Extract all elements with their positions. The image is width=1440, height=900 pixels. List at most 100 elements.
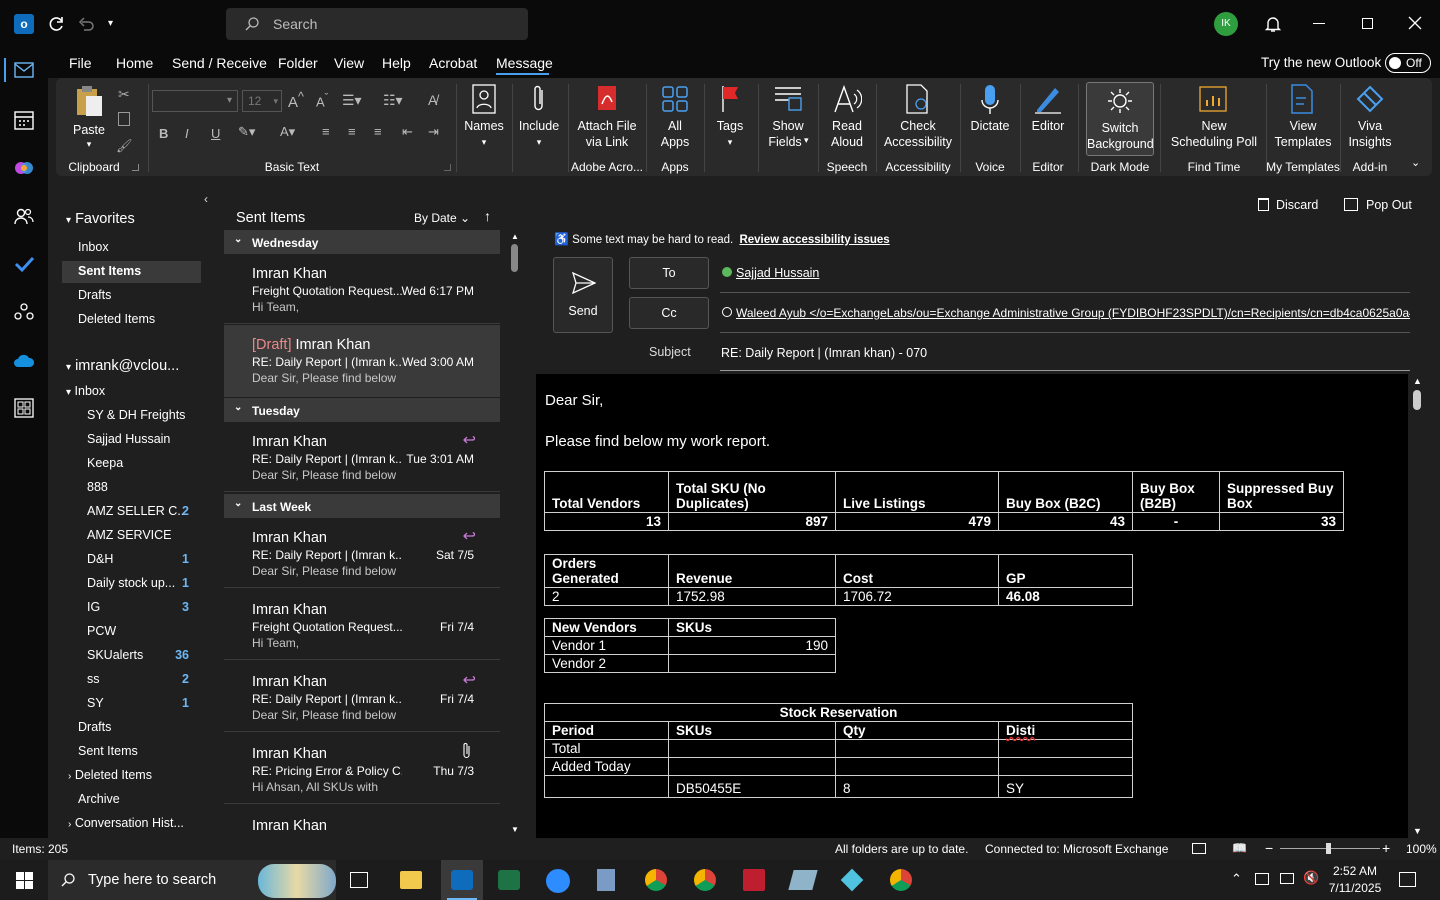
decrease-indent-icon[interactable]: ⇤ (402, 124, 413, 140)
clock[interactable]: 2:52 AM 7/11/2025 (1326, 863, 1384, 897)
favorites-header[interactable]: ▾ Favorites (66, 211, 135, 227)
font-color-icon[interactable]: A▾ (280, 124, 295, 140)
folder-sent-items[interactable]: Sent Items (78, 744, 138, 758)
message-body[interactable]: Dear Sir, Please find below my work repo… (536, 374, 1408, 838)
folder-sajjad-hussain[interactable]: Sajjad Hussain (87, 432, 170, 446)
folder-sy[interactable]: SY (87, 696, 104, 710)
body-scrollbar[interactable]: ▲ ▼ (1410, 376, 1424, 836)
list-item[interactable]: Imran Khan (224, 806, 500, 838)
todo-icon[interactable] (14, 254, 34, 274)
send-button[interactable]: Send (553, 257, 613, 333)
attach-via-link-button[interactable]: Attach File via Link (572, 82, 642, 154)
font-size-select[interactable]: 12 ▾ (242, 90, 282, 112)
grow-font-icon[interactable]: A^ (288, 90, 304, 111)
app-diamond-icon[interactable] (840, 868, 864, 892)
align-right-icon[interactable]: ≡ (374, 124, 382, 139)
normal-view-icon[interactable] (1192, 843, 1206, 854)
list-item[interactable]: Imran Khan ↩ RE: Daily Report | (Imran k… (224, 662, 500, 732)
names-button[interactable]: Names ▾ (460, 82, 508, 154)
list-scrollbar[interactable]: ▲ ▼ (508, 230, 520, 836)
zoom-level[interactable]: 100% (1406, 842, 1437, 856)
ribbon-collapse-icon[interactable]: ⌄ (1411, 156, 1420, 169)
minimize-button[interactable] (1313, 23, 1325, 24)
group-header-tuesday[interactable]: ⌄ Tuesday (224, 398, 500, 422)
align-center-icon[interactable]: ≡ (348, 124, 356, 139)
tab-folder[interactable]: Folder (278, 55, 318, 71)
network-icon[interactable] (1280, 873, 1294, 884)
fav-inbox[interactable]: Inbox (78, 240, 109, 254)
bullets-icon[interactable]: ☰▾ (342, 92, 362, 109)
folder-deleted-items[interactable]: › Deleted Items (68, 768, 152, 782)
search-box[interactable]: Search (226, 8, 528, 40)
to-field[interactable]: Sajjad Hussain (720, 257, 1410, 293)
format-painter-icon[interactable]: 🖌 (116, 138, 133, 154)
chrome-profile-icon[interactable] (694, 869, 716, 891)
list-item[interactable]: Imran Khan RE: Pricing Error & Policy C.… (224, 734, 500, 804)
zoom-out-button[interactable]: − (1265, 840, 1273, 856)
folder-skualerts[interactable]: SKUalerts (87, 648, 143, 662)
folder-888[interactable]: 888 (87, 480, 108, 494)
chrome-icon[interactable] (645, 869, 667, 891)
collapse-pane-icon[interactable]: ‹ (204, 192, 208, 206)
group-header-wednesday[interactable]: ⌄ Wednesday (224, 230, 500, 254)
tags-button[interactable]: Tags ▾ (708, 82, 752, 154)
to-button[interactable]: To (629, 257, 709, 289)
increase-indent-icon[interactable]: ⇥ (428, 124, 439, 140)
zoom-in-button[interactable]: + (1382, 840, 1390, 856)
task-view-icon[interactable] (350, 872, 368, 888)
read-aloud-button[interactable]: Read Aloud (822, 82, 872, 154)
volume-icon[interactable]: 🔇 (1303, 870, 1319, 886)
fav-drafts[interactable]: Drafts (78, 288, 111, 302)
bold-icon[interactable]: B (159, 126, 168, 141)
cc-button[interactable]: Cc (629, 297, 709, 329)
group-header-last-week[interactable]: ⌄ Last Week (224, 494, 500, 518)
list-scrollbar-thumb[interactable] (511, 244, 518, 272)
account-header[interactable]: ▾ imrank@vclou... (66, 358, 179, 374)
align-left-icon[interactable]: ≡ (322, 124, 330, 139)
switch-background-button[interactable]: Switch Background (1086, 82, 1154, 156)
show-fields-button[interactable]: Show Fields ▾ (762, 82, 814, 154)
file-explorer-icon[interactable] (400, 871, 422, 889)
onedrive-icon[interactable] (13, 352, 35, 368)
discard-button[interactable]: Discard (1258, 198, 1318, 212)
tab-file[interactable]: File (69, 55, 92, 71)
bell-icon[interactable] (1263, 14, 1283, 34)
copilot-icon[interactable] (14, 158, 34, 178)
avatar[interactable]: IK (1214, 12, 1238, 36)
outlook-taskbar-icon[interactable] (441, 860, 483, 900)
new-scheduling-poll-button[interactable]: New Scheduling Poll (1164, 82, 1264, 154)
sort-direction-icon[interactable]: ↑ (484, 208, 491, 224)
app-icon[interactable] (788, 870, 818, 890)
view-templates-button[interactable]: View Templates (1268, 82, 1338, 154)
highlight-icon[interactable]: ✎▾ (238, 124, 255, 140)
reading-view-icon[interactable]: 📖 (1232, 841, 1247, 855)
close-button[interactable] (1407, 15, 1423, 31)
folder-ss[interactable]: ss (87, 672, 100, 686)
filezilla-icon[interactable] (743, 869, 765, 891)
undo-icon[interactable] (76, 14, 96, 34)
more-apps-icon[interactable] (14, 398, 34, 418)
to-recipient[interactable]: Sajjad Hussain (736, 266, 819, 280)
notifications-icon[interactable] (1399, 872, 1416, 887)
list-item[interactable]: Imran Khan Freight Quotation Request... … (224, 254, 500, 324)
mail-icon[interactable] (0, 56, 48, 86)
folder-amz-service[interactable]: AMZ SERVICE (87, 528, 172, 542)
cc-field[interactable]: Waleed Ayub </o=ExchangeLabs/ou=Exchange… (720, 297, 1410, 333)
tab-acrobat[interactable]: Acrobat (429, 55, 477, 71)
include-button[interactable]: Include ▾ (514, 82, 564, 154)
viva-insights-button[interactable]: Viva Insights (1344, 82, 1396, 154)
numbering-icon[interactable]: ☷▾ (383, 92, 403, 109)
folder-drafts[interactable]: Drafts (78, 720, 111, 734)
folder-keepa[interactable]: Keepa (87, 456, 123, 470)
paste-button[interactable]: Paste ▾ (68, 82, 110, 154)
people-icon[interactable] (14, 206, 34, 226)
clear-formatting-icon[interactable]: A̸ (428, 92, 437, 108)
tray-app-icon[interactable] (1255, 873, 1269, 885)
list-item[interactable]: Imran Khan ↩ RE: Daily Report | (Imran k… (224, 422, 500, 492)
cut-icon[interactable]: ✂ (118, 86, 130, 103)
fav-sent-items[interactable]: Sent Items (78, 264, 141, 278)
clipboard-launcher-icon[interactable] (132, 164, 139, 171)
chrome-alt-icon[interactable] (890, 869, 912, 891)
restore-button[interactable] (1362, 18, 1373, 29)
underline-icon[interactable]: U (211, 126, 220, 141)
